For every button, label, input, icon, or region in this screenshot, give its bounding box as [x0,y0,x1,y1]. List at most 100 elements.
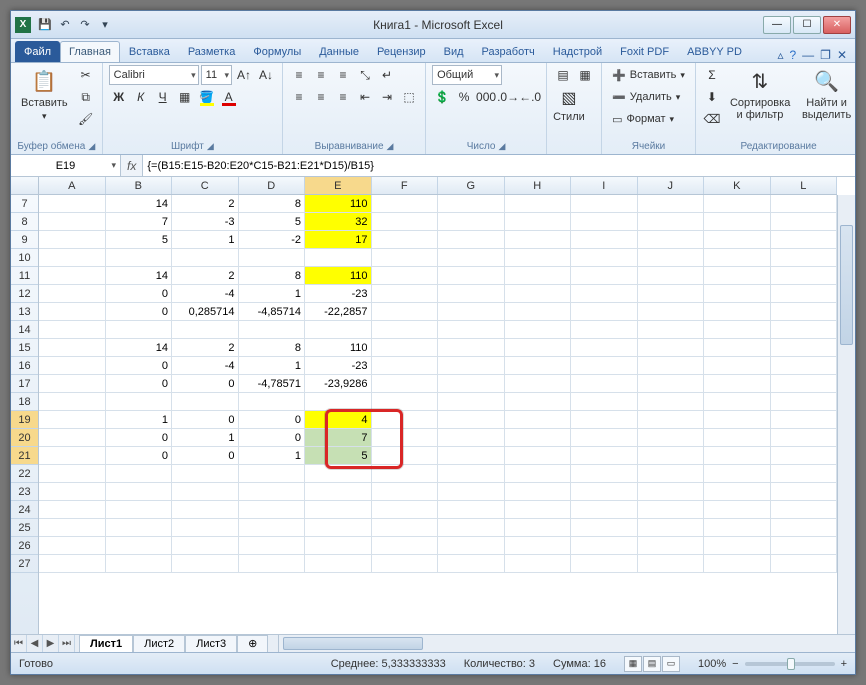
cell-C25[interactable] [172,519,239,537]
row-header-25[interactable]: 25 [11,519,38,537]
view-layout-icon[interactable]: ▤ [643,656,661,672]
col-header-K[interactable]: K [704,177,771,194]
cell-H21[interactable] [505,447,572,465]
cell-B7[interactable]: 14 [106,195,173,213]
cell-I21[interactable] [571,447,638,465]
cell-D18[interactable] [239,393,306,411]
cell-K26[interactable] [704,537,771,555]
cell-J23[interactable] [638,483,705,501]
cell-E16[interactable]: -23 [305,357,372,375]
cell-G23[interactable] [438,483,505,501]
cell-K22[interactable] [704,465,771,483]
cell-J19[interactable] [638,411,705,429]
formula-bar[interactable]: {=(B15:E15-B20:E20*C15-B21:E21*D15)/B15} [142,155,855,176]
cell-A24[interactable] [39,501,106,519]
name-box[interactable]: E19 [11,155,121,176]
cell-I18[interactable] [571,393,638,411]
col-header-F[interactable]: F [372,177,439,194]
sort-filter-button[interactable]: ⇅ Сортировка и фильтр [726,65,794,123]
cell-L20[interactable] [771,429,838,447]
align-middle-icon[interactable]: ≡ [311,65,331,85]
row-header-9[interactable]: 9 [11,231,38,249]
cell-G7[interactable] [438,195,505,213]
cell-L26[interactable] [771,537,838,555]
cell-B18[interactable] [106,393,173,411]
cell-C10[interactable] [172,249,239,267]
cell-E22[interactable] [305,465,372,483]
cell-G9[interactable] [438,231,505,249]
align-bottom-icon[interactable]: ≡ [333,65,353,85]
sheet-tab-Лист3[interactable]: Лист3 [185,635,237,653]
cell-F24[interactable] [372,501,439,519]
insert-cells-button[interactable]: ➕Вставить▾ [608,65,689,85]
cell-J8[interactable] [638,213,705,231]
cell-C20[interactable]: 1 [172,429,239,447]
cell-I17[interactable] [571,375,638,393]
cell-J15[interactable] [638,339,705,357]
cell-A13[interactable] [39,303,106,321]
percent-icon[interactable]: % [454,87,474,107]
cell-I19[interactable] [571,411,638,429]
cell-L8[interactable] [771,213,838,231]
cell-H23[interactable] [505,483,572,501]
cell-L14[interactable] [771,321,838,339]
row-header-26[interactable]: 26 [11,537,38,555]
cell-E24[interactable] [305,501,372,519]
cell-H7[interactable] [505,195,572,213]
cell-H9[interactable] [505,231,572,249]
cell-F25[interactable] [372,519,439,537]
cell-J16[interactable] [638,357,705,375]
cell-B19[interactable]: 1 [106,411,173,429]
cell-G21[interactable] [438,447,505,465]
cell-A18[interactable] [39,393,106,411]
cell-F17[interactable] [372,375,439,393]
cell-E23[interactable] [305,483,372,501]
merge-icon[interactable]: ⬚ [399,87,419,107]
tab-рецензир[interactable]: Рецензир [368,41,435,62]
cell-E17[interactable]: -23,9286 [305,375,372,393]
cell-I15[interactable] [571,339,638,357]
cell-E21[interactable]: 5 [305,447,372,465]
cell-A27[interactable] [39,555,106,573]
row-header-18[interactable]: 18 [11,393,38,411]
cell-A7[interactable] [39,195,106,213]
cell-D19[interactable]: 0 [239,411,306,429]
cell-B15[interactable]: 14 [106,339,173,357]
cell-K8[interactable] [704,213,771,231]
cell-L18[interactable] [771,393,838,411]
cell-I13[interactable] [571,303,638,321]
cell-L11[interactable] [771,267,838,285]
cell-B21[interactable]: 0 [106,447,173,465]
cell-K24[interactable] [704,501,771,519]
sheet-tab-Лист2[interactable]: Лист2 [133,635,185,653]
tab-file[interactable]: Файл [15,41,60,62]
cell-A8[interactable] [39,213,106,231]
cell-J17[interactable] [638,375,705,393]
cell-L16[interactable] [771,357,838,375]
cell-G11[interactable] [438,267,505,285]
cell-F18[interactable] [372,393,439,411]
increase-decimal-icon[interactable]: .0→ [498,87,518,107]
cell-K23[interactable] [704,483,771,501]
cell-E8[interactable]: 32 [305,213,372,231]
cell-D9[interactable]: -2 [239,231,306,249]
cell-I20[interactable] [571,429,638,447]
cell-A14[interactable] [39,321,106,339]
cell-L24[interactable] [771,501,838,519]
cell-D24[interactable] [239,501,306,519]
cell-J9[interactable] [638,231,705,249]
minimize-button[interactable]: — [763,16,791,34]
maximize-button[interactable]: ☐ [793,16,821,34]
cell-J11[interactable] [638,267,705,285]
cell-A23[interactable] [39,483,106,501]
cell-J24[interactable] [638,501,705,519]
cell-I12[interactable] [571,285,638,303]
cell-B17[interactable]: 0 [106,375,173,393]
cell-G19[interactable] [438,411,505,429]
cell-A19[interactable] [39,411,106,429]
cell-K20[interactable] [704,429,771,447]
border-button[interactable]: ▦ [175,87,195,107]
vertical-scrollbar[interactable] [837,195,855,634]
cell-D14[interactable] [239,321,306,339]
cell-B23[interactable] [106,483,173,501]
